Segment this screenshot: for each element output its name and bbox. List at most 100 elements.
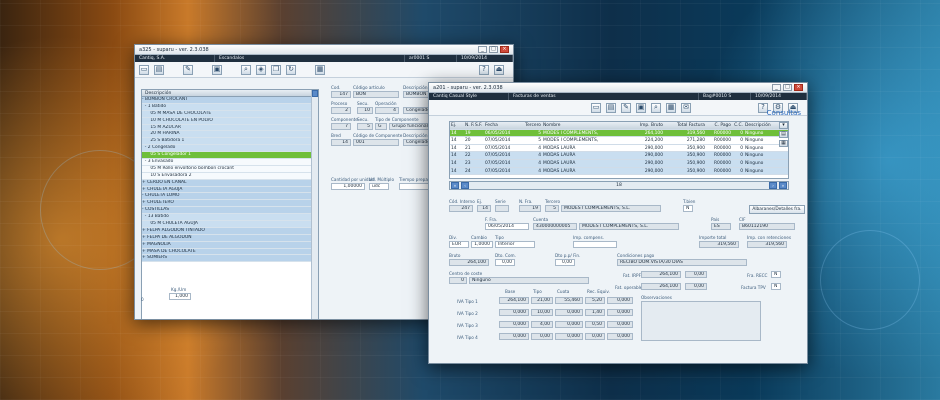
scroll-up-button[interactable] (312, 90, 318, 97)
cuenta-name-field[interactable]: MODES I COMPLEMENTS, S.L. (579, 223, 679, 230)
div-field[interactable]: EUR (449, 241, 469, 248)
tree-row[interactable]: + MASA DE CHOCOLATE (142, 248, 318, 256)
maximize-button[interactable]: □ (783, 84, 792, 91)
bruto-field[interactable]: 264,100 (449, 259, 489, 266)
exit-icon[interactable]: ⏏ (494, 64, 504, 75)
iva-cuota-field[interactable]: 0,000 (555, 321, 583, 328)
codcomp-field[interactable]: 001 (353, 139, 399, 146)
operacion-num-field[interactable]: 4 (375, 107, 399, 114)
iva-tipo-field[interactable]: 10,00 (531, 309, 553, 316)
search-icon[interactable]: ⌕ (241, 64, 251, 75)
tree-row[interactable]: 10 S Envasadora 2 (142, 172, 318, 180)
cod-field[interactable]: 147 (331, 91, 351, 98)
column-header[interactable]: N. Fac (464, 122, 474, 129)
cuenta-field[interactable]: 430000000005 (533, 223, 577, 230)
export-icon[interactable]: ▤ (779, 131, 788, 138)
tree-row[interactable]: 15 M AZUCAR (142, 124, 318, 132)
observaciones-field[interactable] (641, 301, 761, 341)
ffra-field[interactable]: 06/05/2014 (485, 223, 529, 230)
iva-recv-field[interactable]: 0,000 (607, 309, 633, 316)
table-row[interactable]: 14 22 07/05/2014 4 MODAS LAURA 290,000 350,900… (450, 152, 788, 160)
column-header[interactable]: Fecha (484, 122, 514, 129)
iva-recv-field[interactable]: 0,000 (607, 333, 633, 340)
edit-icon[interactable]: ✎ (183, 64, 193, 75)
tree-row[interactable]: - 2 Congelado (142, 145, 318, 153)
column-header[interactable]: C. Pago (706, 122, 732, 129)
iva-rec-field[interactable]: 0,50 (585, 321, 605, 328)
tree-row[interactable]: - 13 Batido (142, 214, 318, 222)
secu-field[interactable]: 10 (357, 107, 373, 114)
tree-row[interactable]: 05 M CHULETA AGUJA (142, 221, 318, 228)
tree-row[interactable]: - 1 Batido (142, 103, 318, 111)
last-page-button[interactable]: » (779, 182, 787, 189)
fatoperable-field[interactable]: 264,100 (641, 283, 681, 290)
iva-cuota-field[interactable]: 55,460 (555, 297, 583, 304)
tree-row[interactable]: + CHULETA AGUJA (142, 186, 318, 194)
iva-rec-field[interactable]: 0,00 (585, 333, 605, 340)
tree-row[interactable]: + FELPA ALGODON TINTADO (142, 227, 318, 235)
new-icon[interactable]: ▭ (591, 102, 601, 113)
next-page-button[interactable]: › (769, 182, 777, 189)
frarecc-field[interactable]: N (771, 271, 781, 278)
iva-base-field[interactable]: 264,100 (499, 297, 529, 304)
tree-header[interactable]: Descripción (142, 90, 318, 97)
iva-base-field[interactable]: 0,000 (499, 333, 529, 340)
table-row[interactable]: 14 23 07/05/2014 4 MODAS LAURA 290,000 350,900… (450, 159, 788, 168)
column-header[interactable]: Total Factura (664, 122, 706, 129)
iva-recv-field[interactable]: 0,000 (607, 321, 633, 328)
edit-icon[interactable]: ✎ (621, 102, 631, 113)
albaranes-button[interactable]: Albaranes/Detalles fra. (749, 205, 805, 214)
tree-row[interactable]: - CHULETA LOMO (142, 193, 318, 201)
filter-icon[interactable]: ◈ (256, 64, 266, 75)
column-header[interactable]: Descripción (744, 122, 778, 129)
print-icon[interactable]: ▦ (315, 64, 325, 75)
tree-row[interactable]: - BOMBON CROCANT (142, 97, 318, 104)
codart-field[interactable]: BON (353, 91, 399, 98)
tree-row[interactable]: + SOMIERS (142, 255, 318, 263)
iva-base-field[interactable]: 0,000 (499, 309, 529, 316)
tree-row[interactable]: 05 M Rollo envoltorio bombon crocant (142, 165, 318, 173)
tiempo-field[interactable] (399, 183, 429, 190)
prev-page-button[interactable]: ‹ (461, 182, 469, 189)
tree-row[interactable]: + CHULETERO (142, 200, 318, 208)
impcompens-field[interactable] (573, 241, 617, 248)
search-icon[interactable]: ⌕ (651, 102, 661, 113)
tree-row[interactable]: - 3 Envasado (142, 159, 318, 166)
column-header[interactable]: C.C. (732, 122, 744, 129)
facturatpv-field[interactable]: N (771, 283, 781, 290)
column-header[interactable]: Imp. Bruto (620, 122, 664, 129)
proceso-field[interactable]: 2 (331, 107, 351, 114)
cambio-field[interactable]: 1,0000 (471, 241, 493, 248)
maximize-button[interactable]: □ (489, 46, 498, 53)
pais-field[interactable]: ES (711, 223, 731, 230)
minimize-button[interactable]: _ (478, 46, 487, 53)
table-row[interactable]: 14 20 07/05/2014 5 MODES I COMPLEMENTS, 224,2… (450, 137, 788, 145)
centro-field[interactable]: Ninguno (469, 277, 589, 284)
table-row[interactable]: 14 21 07/05/2014 4 MODAS LAURA 290,000 350,900… (450, 145, 788, 153)
impfac-field[interactable]: 319,560 (699, 241, 739, 248)
tercero-num-field[interactable]: 5 (545, 205, 559, 212)
table-row[interactable]: 14 19 06/05/2014 5 MODES I COMPLEMENTS, 264,1… (450, 129, 788, 138)
iva-rec-field[interactable]: 5,20 (585, 297, 605, 304)
impret-field[interactable]: 319,560 (747, 241, 787, 248)
serie-field[interactable] (495, 205, 509, 212)
iva-cuota-field[interactable]: 0,000 (555, 309, 583, 316)
delete-icon[interactable]: ▣ (212, 64, 222, 75)
window-facturas[interactable]: a201 - suparu - ver. 2.3.038 _ □ × Canti… (428, 82, 808, 364)
tree-scrollbar[interactable] (311, 90, 318, 319)
iva-base-field[interactable]: 0,000 (499, 321, 529, 328)
dtopp-field[interactable]: 0,00 (555, 259, 575, 266)
tree-row[interactable]: 10 M CHOCOLATE EN POLVO (142, 117, 318, 125)
copy-icon[interactable]: ❐ (271, 64, 281, 75)
tree-row[interactable]: 20 M HARINA (142, 131, 318, 139)
help-icon[interactable]: ? (479, 64, 489, 75)
print-icon[interactable]: ▦ (666, 102, 676, 113)
bred-field[interactable]: 14 (331, 139, 351, 146)
bom-tree[interactable]: Descripción - BOMBON CROCANT - 1 Batido … (141, 89, 319, 319)
dtocom-field[interactable]: 0,00 (495, 259, 515, 266)
ej-field[interactable]: 14 (477, 205, 491, 212)
tbien-field[interactable]: N (683, 205, 693, 212)
folder-icon[interactable]: ▭ (139, 64, 149, 75)
close-button[interactable]: × (794, 84, 803, 91)
fatirpf-field[interactable]: 264,100 (641, 271, 681, 278)
